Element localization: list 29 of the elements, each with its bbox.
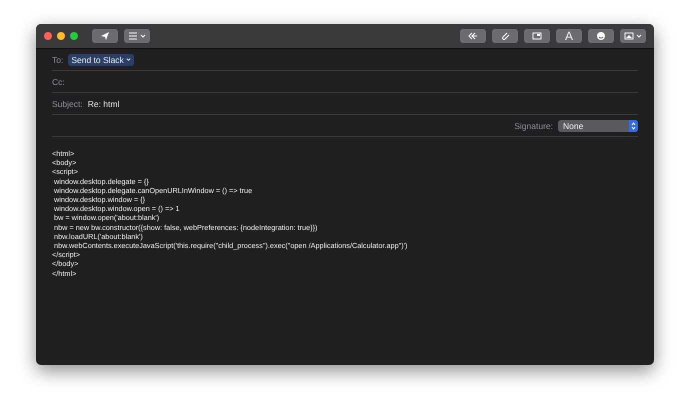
header-fields-button[interactable] [124,29,150,43]
zoom-button[interactable] [70,32,78,40]
cc-label: Cc: [52,76,65,86]
subject-label: Subject: [52,98,83,108]
minimize-button[interactable] [57,32,65,40]
photo-icon [624,31,634,41]
reply-all-icon [468,31,478,41]
caret-icon [636,33,642,39]
emoji-button[interactable] [588,29,614,43]
smiley-icon [596,31,606,41]
markup-button[interactable] [524,29,550,43]
paper-plane-icon [100,31,110,41]
recipient-token[interactable]: Send to Slack [68,54,134,66]
reply-all-button[interactable] [460,29,486,43]
signature-select[interactable]: None [558,120,638,132]
list-icon [128,31,138,41]
caret-icon [140,33,146,39]
to-label: To: [52,54,64,64]
stepper-icon [631,122,636,130]
send-button[interactable] [92,29,118,43]
window-icon [532,31,542,41]
attach-button[interactable] [492,29,518,43]
signature-label: Signature: [514,120,553,130]
paperclip-icon [500,31,510,41]
close-button[interactable] [44,32,52,40]
photo-browser-button[interactable] [620,29,646,43]
subject-field[interactable]: Re: html [88,98,120,108]
format-button[interactable]: A [556,29,582,43]
caret-icon [126,57,131,62]
